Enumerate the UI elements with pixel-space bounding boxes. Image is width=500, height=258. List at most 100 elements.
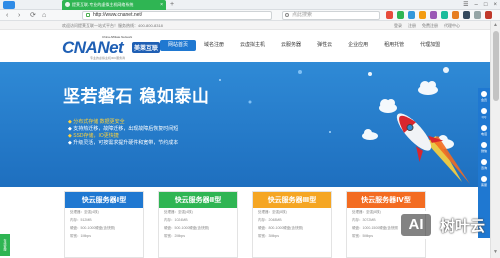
login-link[interactable]: 登录 <box>394 21 402 30</box>
nav-cloud-host[interactable]: 云虚拟主机 <box>232 40 273 51</box>
new-tab-button[interactable]: + <box>170 1 174 9</box>
back-icon[interactable]: ‹ <box>6 11 8 20</box>
feature-item: ◆ SSD存储，IO更快捷 <box>68 133 119 139</box>
browser-tab-bar: 提莱互联-专业的虚拟主机网络系统 × + ☰ – □ × <box>0 0 500 10</box>
product-card[interactable]: 快云服务器Ⅱ型 处理器：至强(4核) 内存：1024MB 硬盘：500-1000… <box>158 191 238 258</box>
tab-favicon-icon <box>65 2 70 7</box>
extension-icon[interactable] <box>474 11 481 19</box>
extension-icon[interactable] <box>386 11 393 19</box>
card-title: 快云服务器Ⅱ型 <box>159 192 237 208</box>
cloud-icon <box>362 129 378 140</box>
nav-enterprise[interactable]: 企业应用 <box>340 40 376 51</box>
address-bar[interactable]: http://www.cnanet.net/ <box>82 11 272 20</box>
feature-item: ◆ 分布式存储 数据更安全 <box>68 119 125 125</box>
logo-badge: 美莱互联 <box>132 42 161 53</box>
float-item-phone[interactable]: 电话 <box>478 122 490 139</box>
product-card[interactable]: 快云服务器Ⅰ型 处理器：至强(4核) 内存：512MB 硬盘：500-1000硬… <box>64 191 144 258</box>
search-icon <box>285 13 289 17</box>
menu-icon[interactable]: ☰ <box>463 0 468 10</box>
address-url: http://www.cnanet.net/ <box>93 12 143 18</box>
scroll-down-icon[interactable]: ▼ <box>493 249 498 255</box>
nav-elastic-cloud[interactable]: 弹性云 <box>309 40 340 51</box>
search-placeholder: 点此搜索 <box>292 12 313 18</box>
nav-cloud-server[interactable]: 云服务器 <box>273 40 309 51</box>
logo-subtitle: 专业的虚拟主机IDC服务商 <box>90 56 126 60</box>
banner-headline: 坚若磐石 稳如泰山 <box>63 87 210 107</box>
qq-icon <box>481 108 487 114</box>
card-spec: 硬盘：500-1000硬盘(含快照) <box>164 226 210 230</box>
card-title: 快云服务器Ⅳ型 <box>347 192 425 208</box>
nav-home[interactable]: 网站首页 <box>160 40 197 51</box>
float-item-service[interactable]: 客服 <box>478 173 490 190</box>
hero-banner[interactable]: 坚若磐石 稳如泰山 ◆ 分布式存储 数据更安全 ◆ 支持热迁移，故障迁移，出现故… <box>0 62 490 187</box>
site-logo[interactable]: China Affiliate Network CNANet 美莱互联 专业的虚… <box>62 33 172 60</box>
cloud-icon <box>379 99 397 113</box>
extension-icon[interactable] <box>408 11 415 19</box>
feature-item: ◆ 支持热迁移，故障迁移，出现故障后恢复时间短 <box>68 126 179 132</box>
forward-icon[interactable]: › <box>18 11 20 20</box>
nav-agent[interactable]: 代理加盟 <box>412 40 448 51</box>
toolbar-icons <box>386 11 492 19</box>
watermark-box: AI <box>398 211 434 239</box>
float-label: 咨询 <box>480 166 487 170</box>
nav-domain[interactable]: 域名注册 <box>196 40 232 51</box>
product-card[interactable]: 快云服务器Ⅲ型 处理器：至强(8核) 内存：2048MB 硬盘：800-1000… <box>252 191 332 258</box>
card-spec: 处理器：至强(8核) <box>258 210 287 214</box>
cloud-icon <box>443 67 449 73</box>
home-icon[interactable]: ⌂ <box>42 11 46 20</box>
card-spec: 硬盘：500-1000硬盘(含快照) <box>70 226 116 230</box>
nav-hosting[interactable]: 租用托管 <box>376 40 412 51</box>
search-box[interactable]: 点此搜索 <box>282 11 380 20</box>
extension-icon[interactable] <box>430 11 437 19</box>
welcome-text: 欢迎访问提莱互联一站式平台！服务热线：400-800-8318 <box>62 23 163 28</box>
main-nav: 网站首页 域名注册 云虚拟主机 云服务器 弹性云 企业应用 租用托管 代理加盟 <box>160 40 448 51</box>
extension-icon[interactable] <box>441 11 448 19</box>
extension-icon[interactable] <box>397 11 404 19</box>
float-item-qq[interactable]: QQ <box>478 105 490 122</box>
card-spec: 内存：512MB <box>70 218 92 222</box>
float-label: 电话 <box>480 132 487 136</box>
phone-icon <box>481 125 487 131</box>
float-item-consult[interactable]: 咨询 <box>478 156 490 173</box>
agent-center-link[interactable]: 代理中心 <box>444 21 460 30</box>
extension-icon[interactable] <box>485 11 492 19</box>
extension-icon[interactable] <box>463 11 470 19</box>
scroll-up-icon[interactable]: ▲ <box>493 22 498 28</box>
card-spec: 内存：1024MB <box>164 218 188 222</box>
extension-icon[interactable] <box>452 11 459 19</box>
browser-tab[interactable]: 提莱互联-专业的虚拟主机网络系统 × <box>62 0 166 10</box>
free-register-link[interactable]: 免费注册 <box>422 21 438 30</box>
user-icon <box>481 91 487 97</box>
window-controls: ☰ – □ × <box>463 0 497 10</box>
rocket-icon <box>396 113 444 163</box>
minimize-icon[interactable]: – <box>475 0 478 10</box>
site-header: China Affiliate Network CNANet 美莱互联 专业的虚… <box>0 30 490 62</box>
watermark-text: 树叶云 <box>440 217 486 235</box>
rocket-illustration <box>362 67 470 184</box>
cloud-icon <box>418 81 438 95</box>
card-title: 快云服务器Ⅲ型 <box>253 192 331 208</box>
logo-brand: CNANet <box>62 38 124 57</box>
close-icon[interactable]: × <box>493 0 497 10</box>
scrollbar-thumb[interactable] <box>493 31 499 101</box>
top-links: 登录 注册 免费注册 代理中心 <box>394 21 460 30</box>
tab-title: 提莱互联-专业的虚拟主机网络系统 <box>72 2 134 7</box>
site-topbar: 欢迎访问提莱互联一站式平台！服务热线：400-800-8318 登录 注册 免费… <box>0 21 490 30</box>
headset-icon <box>481 176 487 182</box>
float-label: QQ <box>481 115 487 119</box>
maximize-icon[interactable]: □ <box>484 0 488 10</box>
extension-icon[interactable] <box>419 11 426 19</box>
wechat-icon <box>481 142 487 148</box>
banner-features: ◆ 分布式存储 数据更安全 ◆ 支持热迁移，故障迁移，出现故障后恢复时间短 ◆ … <box>68 119 178 147</box>
refresh-icon[interactable]: ⟳ <box>30 11 36 20</box>
browser-toolbar: ‹ › ⟳ ⌂ http://www.cnanet.net/ 点此搜索 <box>0 10 500 21</box>
tab-close-icon[interactable]: × <box>160 0 163 10</box>
online-service-badge[interactable]: 在线客服 <box>0 234 10 256</box>
browser-logo-icon[interactable] <box>3 1 15 9</box>
card-spec: 带宽：2Mbps <box>164 234 186 238</box>
float-item-wechat[interactable]: 微信 <box>478 139 490 156</box>
register-link[interactable]: 注册 <box>408 21 416 30</box>
float-item-member[interactable]: 会员 <box>478 88 490 105</box>
feature-item: ◆ 升级灵活，可按需求提升硬件和宽带，节约成本 <box>68 140 179 146</box>
lock-icon <box>86 13 90 17</box>
